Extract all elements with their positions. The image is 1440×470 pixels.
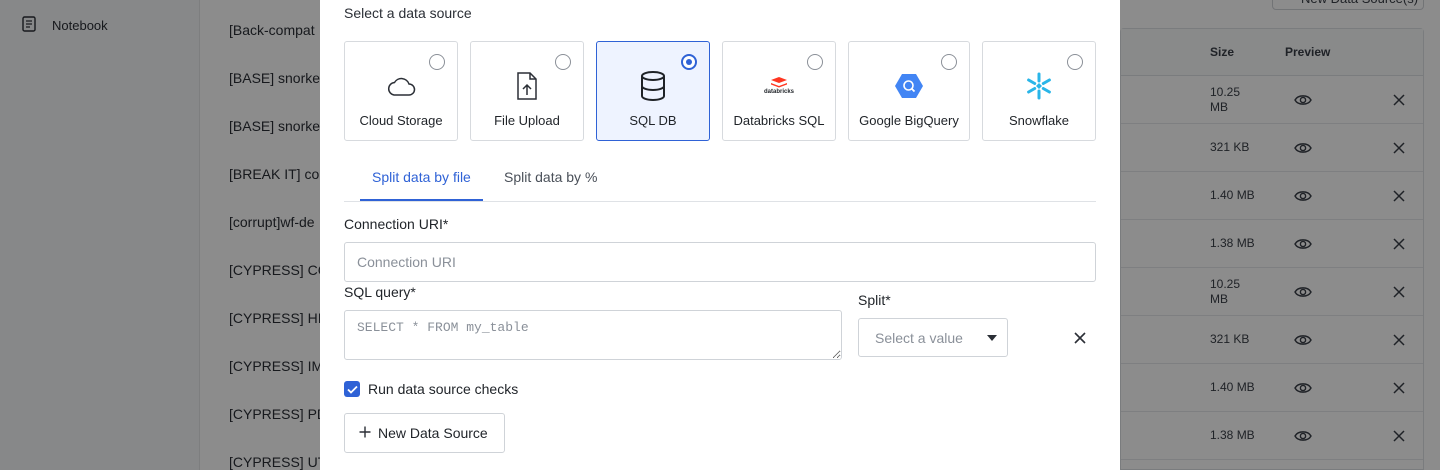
databricks-logo: databricks: [764, 72, 794, 100]
cloud-icon: [386, 72, 416, 100]
source-label: File Upload: [494, 113, 560, 128]
source-radio[interactable]: [555, 54, 571, 70]
file-upload-icon: [512, 72, 542, 100]
split-tabs: Split data by file Split data by %: [344, 160, 1096, 202]
snowflake-logo: [1024, 72, 1054, 100]
source-radio[interactable]: [1067, 54, 1083, 70]
split-select[interactable]: Select a value: [858, 318, 1008, 357]
connection-uri-input[interactable]: [344, 242, 1096, 282]
database-icon: [638, 71, 668, 101]
new-data-source-button[interactable]: New Data Source: [344, 413, 505, 453]
run-checks-checkbox[interactable]: [344, 381, 360, 397]
source-label: Cloud Storage: [359, 113, 443, 128]
source-tile-snowflake[interactable]: Snowflake: [982, 41, 1096, 141]
source-tile-cloud-storage[interactable]: Cloud Storage: [344, 41, 458, 141]
tab-split-by-percent[interactable]: Split data by %: [492, 169, 609, 201]
databricks-wordmark: databricks: [764, 89, 795, 95]
source-radio[interactable]: [429, 54, 445, 70]
plus-icon: [359, 425, 371, 441]
run-checks-row[interactable]: Run data source checks: [344, 381, 518, 397]
source-tile-google-bigquery[interactable]: Google BigQuery: [848, 41, 970, 141]
section-title: Select a data source: [344, 5, 472, 21]
run-checks-label: Run data source checks: [368, 381, 519, 397]
source-tile-file-upload[interactable]: File Upload: [470, 41, 584, 141]
add-data-source-modal: Select a data source Cloud Storage File …: [320, 0, 1120, 470]
source-tile-sql-db[interactable]: SQL DB: [596, 41, 710, 141]
sql-query-label: SQL query*: [344, 284, 416, 300]
source-label: Google BigQuery: [859, 113, 959, 128]
source-tile-databricks-sql[interactable]: databricks Databricks SQL: [722, 41, 836, 141]
remove-row-icon[interactable]: [1074, 331, 1086, 344]
bigquery-logo: [894, 72, 924, 100]
sql-query-input[interactable]: [344, 310, 842, 360]
source-radio[interactable]: [681, 54, 697, 70]
split-select-placeholder: Select a value: [875, 330, 963, 346]
connection-uri-label: Connection URI*: [344, 216, 449, 232]
caret-down-icon: [987, 335, 997, 341]
source-label: Snowflake: [1009, 113, 1069, 128]
source-label: SQL DB: [629, 113, 677, 128]
source-label: Databricks SQL: [733, 113, 825, 128]
split-label: Split*: [858, 292, 891, 308]
source-radio[interactable]: [807, 54, 823, 70]
source-radio[interactable]: [941, 54, 957, 70]
checkmark-icon: [346, 385, 358, 394]
tab-split-by-file[interactable]: Split data by file: [360, 169, 483, 201]
new-data-source-label: New Data Source: [378, 425, 488, 441]
